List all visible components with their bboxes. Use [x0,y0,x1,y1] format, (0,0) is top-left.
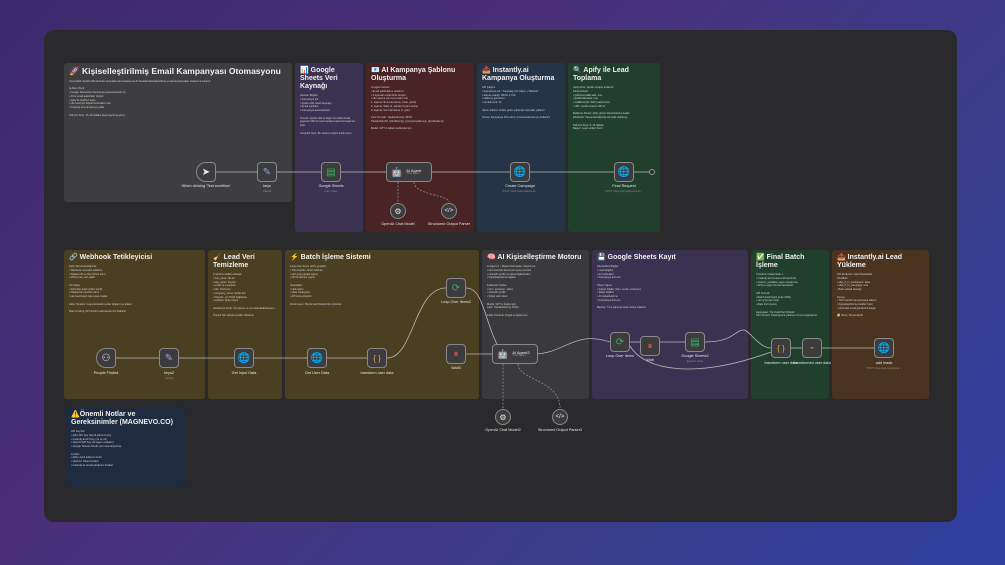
node-label: Structured Output Parser2 [537,428,583,432]
sheets-icon: ▤ [690,336,700,348]
structured-parser-node[interactable]: </> [441,203,457,219]
pencil-icon: ✎ [262,166,272,178]
code-icon: ⌁ [809,345,815,352]
ai-agent-node[interactable]: 🤖 AI Agent Tools Agent [386,162,432,182]
manual-trigger-node[interactable]: ➤ [196,162,216,182]
node-sub: POST: https://api.apify.com/v2/... [605,190,643,193]
node-label: Google Sheets [318,184,344,188]
robot-icon: 🤖 [497,348,509,359]
robot-icon: 🤖 [391,166,403,177]
loop-over-items-node[interactable]: ⟳ [610,332,630,352]
keys2-node[interactable]: ✎ [159,348,179,368]
globe-icon: 🌐 [237,352,251,364]
node-label: Loop Over Items2 [440,300,472,304]
node-sub: Tools Agent [512,353,526,357]
node-label: transformed user data [793,361,831,365]
add-leads-node[interactable]: 🌐 [874,338,894,358]
node-sub: manual [262,190,272,193]
wait3-node[interactable]: ⏸ [446,344,466,364]
node-sub: manual [164,377,174,380]
code-icon: </> [555,414,565,420]
google-sheets-node[interactable]: ▤ [321,162,341,182]
node-sub: POST: https://api.instantly.ai/... [502,190,538,193]
globe-icon: 🌐 [617,166,631,178]
openai-icon: ⚙ [394,206,402,216]
node-label: keys [263,184,271,188]
webhook-trigger-node[interactable]: ⚇ [96,348,116,368]
node-sub: read: sheet [324,190,338,193]
ai-agent2-node[interactable]: 🤖 AI Agent2 Tools Agent [492,344,538,364]
openai-model-node[interactable]: ⚙ [390,203,406,219]
node-label: add leads [875,361,893,365]
connection-wires [116,171,874,409]
globe-icon: 🌐 [310,352,324,364]
get-user-data-node[interactable]: 🌐 [307,348,327,368]
openai-model2-node[interactable]: ⚙ [495,409,511,425]
node-label: Create Campaign [505,184,535,188]
add-node-handle[interactable] [649,169,655,175]
wait-node[interactable]: ⏸ [640,336,660,356]
pause-icon: ⏸ [453,348,459,360]
keys-node[interactable]: ✎ [257,162,277,182]
node-label: OpenAI Chat Model2 [485,428,521,432]
loop-icon: ⟳ [615,336,625,348]
node-sub: append: sheet [686,360,704,363]
webhook-icon: ⚇ [101,352,111,364]
transform-data2-node[interactable]: ⌁ [802,338,822,358]
node-label: People Finded [93,371,119,375]
google-sheets2-node[interactable]: ▤ [685,332,705,352]
get-input-data-node[interactable]: 🌐 [234,348,254,368]
node-label: Wait3 [451,366,461,370]
final-request-node[interactable]: 🌐 [614,162,634,182]
node-label: Google Sheets2 [681,354,709,358]
transform-user-data-node[interactable]: { } [367,348,387,368]
node-label: Structured Output Parser [427,222,471,226]
sheets-icon: ▤ [326,166,336,178]
workflow-canvas[interactable]: 🚀 Kişiselleştirilmiş Email Kampanyası Ot… [44,30,957,522]
cursor-icon: ➤ [201,166,211,178]
openai-icon: ⚙ [499,412,507,422]
node-label: When clicking 'Test workflow' [181,184,231,188]
pencil-icon: ✎ [164,352,174,364]
node-sub: Tools Agent [406,171,420,175]
transform-data-node[interactable]: { } [771,338,791,358]
braces-icon: { } [373,353,381,363]
loop-icon: ⟳ [451,282,461,294]
globe-icon: 🌐 [513,166,527,178]
node-label: Get User Data [304,371,330,375]
node-label: Get Input Data [231,371,257,375]
structured-parser2-node[interactable]: </> [552,409,568,425]
node-label: keys2 [164,371,174,375]
node-sub: POST: https://api.instantly.ai/... [866,367,902,370]
braces-icon: { } [777,343,785,353]
globe-icon: 🌐 [877,342,891,354]
code-icon: </> [444,208,454,214]
node-label: Final Request [612,184,636,188]
pause-icon: ⏸ [647,340,653,352]
loop-over-items2-node[interactable]: ⟳ [446,278,466,298]
create-campaign-node[interactable]: 🌐 [510,162,530,182]
node-label: transform user data [360,371,394,375]
